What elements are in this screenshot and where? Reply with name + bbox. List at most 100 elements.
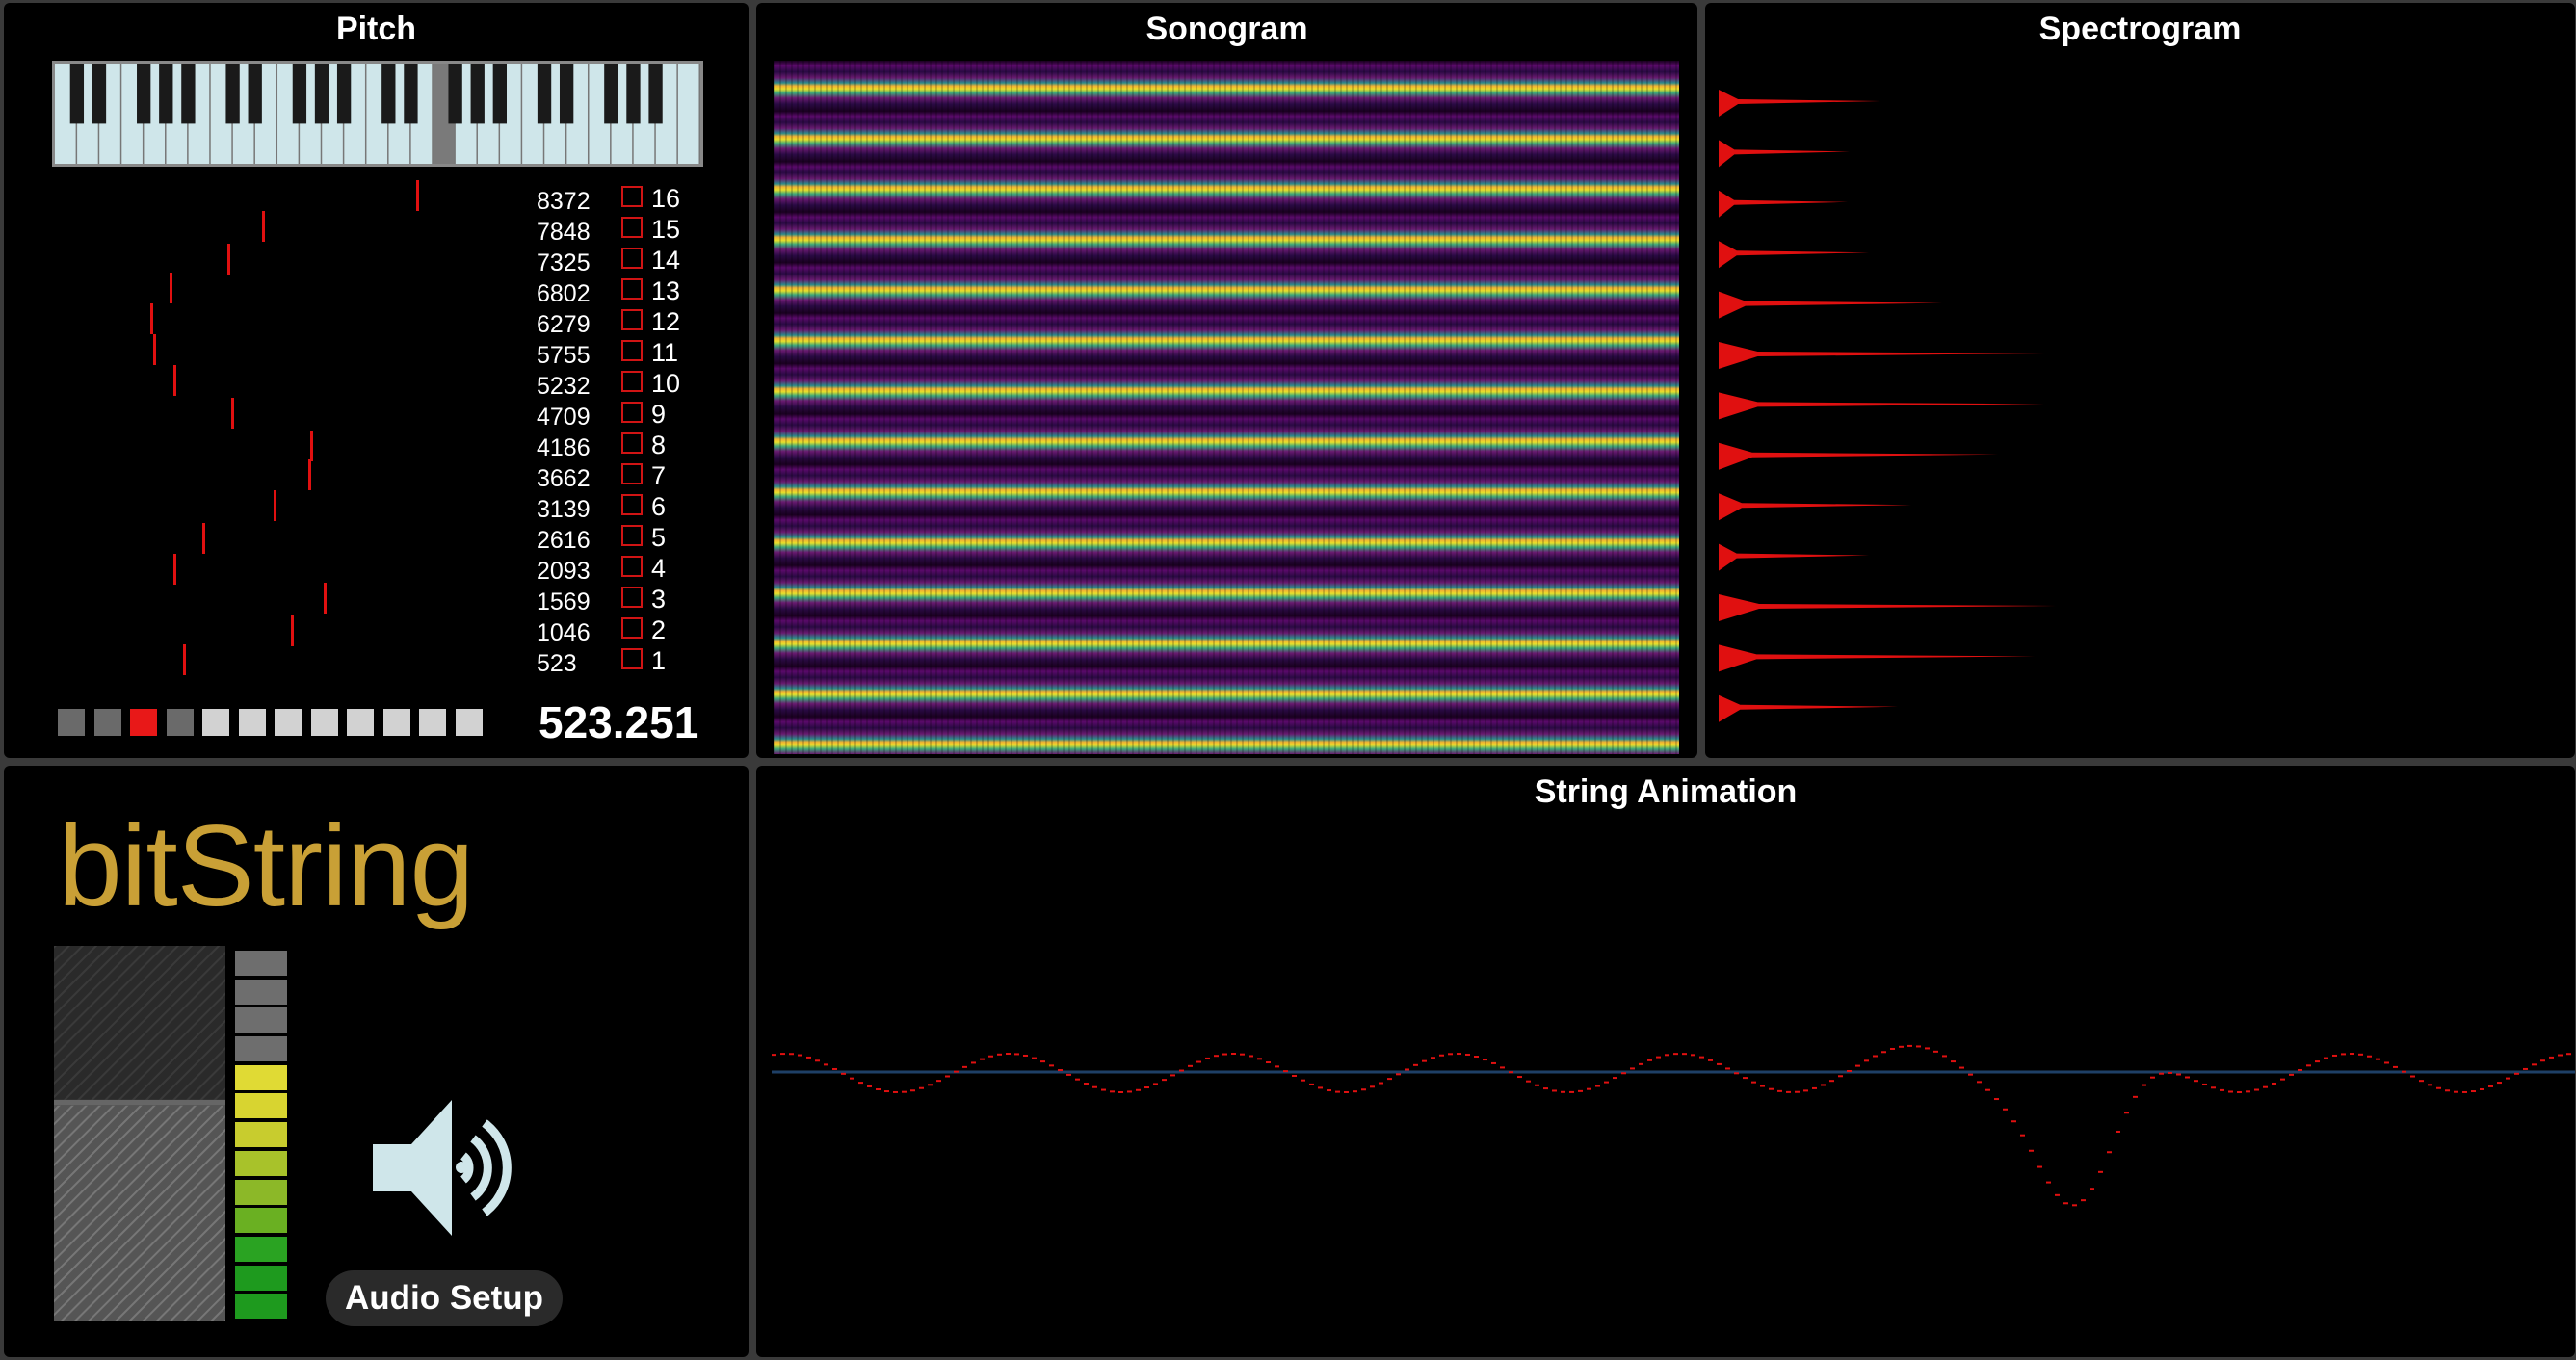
harmonic-frequency: 4709	[537, 404, 591, 431]
harmonic-row: 8372 16	[4, 184, 749, 215]
harmonic-number: 3	[651, 585, 667, 614]
harmonic-checkbox[interactable]	[621, 371, 643, 392]
spectrum-peak	[1719, 190, 1848, 218]
harmonic-number: 13	[651, 276, 681, 305]
speaker-icon[interactable]	[365, 1088, 524, 1247]
sequence-cell-future[interactable]	[455, 709, 483, 736]
sonogram-display	[774, 61, 1679, 754]
harmonic-checkbox[interactable]	[621, 217, 643, 238]
harmonic-number: 11	[651, 338, 679, 367]
string-wave	[772, 1044, 2571, 1207]
meter-segment	[235, 1265, 287, 1291]
harmonic-checkbox[interactable]	[621, 309, 643, 330]
spectrogram-display	[1719, 90, 2056, 722]
harmonic-checkbox[interactable]	[621, 278, 643, 300]
harmonic-number: 7	[651, 461, 667, 490]
piano-black-key	[537, 64, 552, 124]
string-animation-panel: String Animation	[756, 766, 2575, 1357]
piano-black-key	[559, 64, 574, 124]
piano-white-key	[677, 64, 699, 164]
piano-black-key	[448, 64, 462, 124]
harmonic-checkbox[interactable]	[621, 248, 643, 269]
sequence-cell-future[interactable]	[238, 709, 266, 736]
harmonic-number: 16	[651, 184, 681, 213]
harmonic-frequency: 3662	[537, 465, 591, 492]
sequence-cell-future[interactable]	[382, 709, 410, 736]
meter-segment	[235, 979, 287, 1005]
sequence-cell-future[interactable]	[347, 709, 374, 736]
piano-black-key	[470, 64, 485, 124]
harmonic-checkbox[interactable]	[621, 587, 643, 608]
spectrum-peak	[1719, 291, 1942, 319]
piano-keyboard[interactable]	[52, 61, 703, 167]
audio-setup-button[interactable]: Audio Setup	[326, 1270, 563, 1326]
harmonic-number: 9	[651, 400, 667, 429]
harmonic-number: 5	[651, 523, 667, 552]
sequence-cell-past[interactable]	[93, 709, 121, 736]
piano-black-key	[137, 64, 151, 124]
harmonic-checkbox[interactable]	[621, 525, 643, 546]
harmonic-frequency: 8372	[537, 188, 591, 215]
sequence-cell-future[interactable]	[275, 709, 302, 736]
sequence-cell-future[interactable]	[202, 709, 229, 736]
sequence-cell-active[interactable]	[130, 709, 157, 736]
harmonic-row: 523 1	[4, 646, 749, 677]
spectrum-peak	[1719, 342, 2044, 369]
level-meter	[235, 950, 289, 1322]
harmonic-frequency: 5755	[537, 342, 591, 369]
harmonic-checkbox[interactable]	[621, 432, 643, 454]
harmonic-row: 7325 14	[4, 246, 749, 276]
harmonic-number: 8	[651, 431, 667, 459]
piano-keys[interactable]	[55, 64, 700, 164]
meter-segment	[235, 1294, 287, 1320]
harmonic-row: 7848 15	[4, 215, 749, 246]
piano-black-key	[159, 64, 173, 124]
app-logo: bitString	[58, 801, 474, 930]
sequence-cell-past[interactable]	[166, 709, 194, 736]
spectrum-peak	[1719, 241, 1869, 269]
harmonic-checkbox[interactable]	[621, 556, 643, 577]
meter-segment	[235, 1093, 287, 1119]
meter-segment	[235, 1122, 287, 1148]
meter-segment	[235, 1179, 287, 1205]
harmonic-row: 5755 11	[4, 338, 749, 369]
harmonic-checkbox[interactable]	[621, 648, 643, 669]
harmonic-row: 6802 13	[4, 276, 749, 307]
meter-segment	[235, 1007, 287, 1033]
harmonic-checkbox[interactable]	[621, 463, 643, 484]
piano-black-key	[292, 64, 307, 124]
meter-segment	[235, 1064, 287, 1090]
sequence-cell-future[interactable]	[310, 709, 338, 736]
spectrum-peak	[1719, 594, 2056, 621]
harmonic-frequency: 6279	[537, 311, 591, 338]
piano-black-key	[381, 64, 396, 124]
harmonic-frequency: 7325	[537, 249, 591, 276]
harmonic-row: 4186 8	[4, 431, 749, 461]
harmonic-number: 12	[651, 307, 681, 336]
sonogram-panel: Sonogram	[756, 3, 1697, 758]
volume-slider[interactable]	[54, 946, 225, 1321]
sequence-cell-past[interactable]	[58, 709, 85, 736]
meter-segment	[235, 1208, 287, 1234]
harmonic-checkbox[interactable]	[621, 494, 643, 515]
piano-black-key	[225, 64, 240, 124]
harmonic-frequency: 5232	[537, 373, 591, 400]
harmonic-row: 2616 5	[4, 523, 749, 554]
sequence-cell-future[interactable]	[419, 709, 446, 736]
harmonic-frequency: 6802	[537, 280, 591, 307]
piano-black-key	[92, 64, 107, 124]
harmonic-frequency: 1569	[537, 588, 591, 615]
spectrogram-panel: Spectrogram	[1705, 3, 2575, 758]
harmonic-checkbox[interactable]	[621, 617, 643, 639]
spectrogram-title: Spectrogram	[2038, 11, 2242, 47]
harmonic-frequency: 4186	[537, 434, 591, 461]
harmonic-frequency: 3139	[537, 496, 591, 523]
harmonic-number: 2	[651, 615, 667, 644]
harmonic-row: 1569 3	[4, 585, 749, 615]
harmonic-checkbox[interactable]	[621, 402, 643, 423]
harmonic-row: 6279 12	[4, 307, 749, 338]
harmonic-checkbox[interactable]	[621, 340, 643, 361]
piano-black-key	[336, 64, 352, 124]
harmonic-checkbox[interactable]	[621, 186, 643, 207]
spectrum-peak	[1719, 543, 1869, 571]
